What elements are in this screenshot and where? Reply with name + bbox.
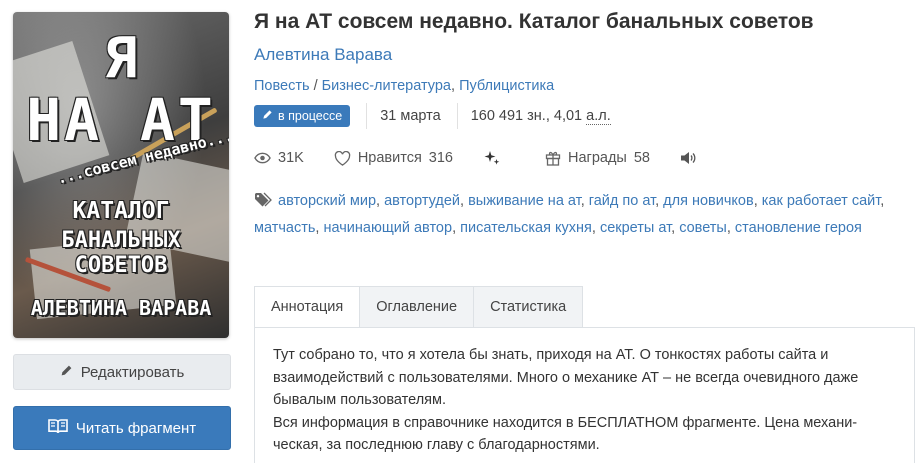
read-fragment-label: Читать фрагмент xyxy=(75,419,197,437)
pencil-icon xyxy=(60,364,73,381)
author-sheets-unit[interactable]: а.л. xyxy=(586,108,611,125)
tag-link[interactable]: писательская кухня xyxy=(460,220,592,236)
tag-link[interactable]: секреты ат xyxy=(600,220,671,236)
annotation-panel: Тут собрано то, что я хотела бы знать, п… xyxy=(254,327,915,463)
read-fragment-button[interactable]: Читать фрагмент xyxy=(13,406,231,450)
sparkle-button[interactable] xyxy=(483,149,501,167)
tag-link[interactable]: как работает сайт xyxy=(762,193,881,209)
tag-link[interactable]: начинающий автор xyxy=(323,220,452,236)
book-title: Я на АТ совсем недавно. Каталог банальны… xyxy=(254,10,814,33)
cover-title-line: Я xyxy=(103,26,139,91)
gift-icon xyxy=(545,150,561,166)
awards-button[interactable]: Награды 58 xyxy=(545,150,650,166)
edit-button[interactable]: Редактировать xyxy=(13,354,231,390)
speaker-icon xyxy=(680,151,696,165)
tag-link[interactable]: матчасть xyxy=(254,220,315,236)
annotation-text: Вся информация в справочнике находится в… xyxy=(273,414,858,454)
tags-list: авторский мир, автортудей, выживание на … xyxy=(254,192,885,236)
like-button[interactable]: Нравится 316 xyxy=(334,150,453,166)
pencil-icon xyxy=(262,109,273,123)
char-count: 160 491 зн., xyxy=(470,108,550,124)
cover-title-line: КАТАЛОГ xyxy=(72,198,170,224)
edit-button-label: Редактировать xyxy=(80,363,185,381)
divider xyxy=(456,103,458,129)
likes-count: 316 xyxy=(428,150,453,166)
views-count: 31K xyxy=(278,150,304,166)
views-stat: 31K xyxy=(254,150,304,166)
book-stats: 31K Нравится 316 Награды 58 xyxy=(254,146,914,170)
tag-link[interactable]: советы xyxy=(679,220,727,236)
book-cover[interactable]: Я НА АТ ...совсем недавно... КАТАЛОГ БАН… xyxy=(13,12,229,338)
status-badge[interactable]: в процессе xyxy=(254,105,351,127)
open-book-icon xyxy=(48,418,68,438)
content-tabs: Аннотация Оглавление Статистика xyxy=(254,286,584,328)
genre-separator: , xyxy=(451,78,460,94)
annotation-text: Тут собрано то, что я хотела бы знать, п… xyxy=(273,347,859,408)
heart-icon xyxy=(334,150,351,166)
cover-author: АЛЕВТИНА ВАРАВА xyxy=(30,296,212,320)
author-link[interactable]: Алевтина Варава xyxy=(254,44,914,66)
cover-title-line: БАНАЛЬНЫХ СОВЕТОВ xyxy=(61,228,181,278)
tab-contents[interactable]: Оглавление xyxy=(360,286,475,328)
genre-link[interactable]: Публицистика xyxy=(459,78,554,94)
book-details: Я на АТ совсем недавно. Каталог банальны… xyxy=(254,8,914,240)
tag-link[interactable]: для новичков xyxy=(663,193,754,209)
tab-annotation[interactable]: Аннотация xyxy=(254,286,361,328)
book-meta: в процессе 31 марта 160 491 зн., 4,01 а.… xyxy=(254,103,914,129)
tag-link[interactable]: гайд по ат xyxy=(589,193,655,209)
audio-button[interactable] xyxy=(680,151,696,165)
book-sidebar: Я НА АТ ...совсем недавно... КАТАЛОГ БАН… xyxy=(13,12,231,450)
awards-label: Награды xyxy=(568,150,627,166)
genres: Повесть / Бизнес-литература, Публицистик… xyxy=(254,76,914,96)
sparkles-icon xyxy=(483,149,501,167)
tag-link[interactable]: становление героя xyxy=(735,220,862,236)
author-sheets-value: 4,01 xyxy=(553,108,583,124)
eye-icon xyxy=(254,152,271,164)
genre-link[interactable]: Повесть xyxy=(254,78,310,94)
genre-link[interactable]: Бизнес-литература xyxy=(322,78,451,94)
update-date: 31 марта xyxy=(380,108,441,124)
tag-link[interactable]: выживание на ат xyxy=(468,193,581,209)
tab-statistics[interactable]: Статистика xyxy=(474,286,584,328)
divider xyxy=(366,103,368,129)
genre-separator: / xyxy=(309,78,322,94)
tag-link[interactable]: автортудей xyxy=(384,193,460,209)
tag-icon xyxy=(254,192,272,217)
awards-count: 58 xyxy=(633,150,650,166)
tag-link[interactable]: авторский мир xyxy=(278,193,376,209)
status-badge-label: в процессе xyxy=(278,109,343,123)
likes-label: Нравится xyxy=(357,150,422,166)
